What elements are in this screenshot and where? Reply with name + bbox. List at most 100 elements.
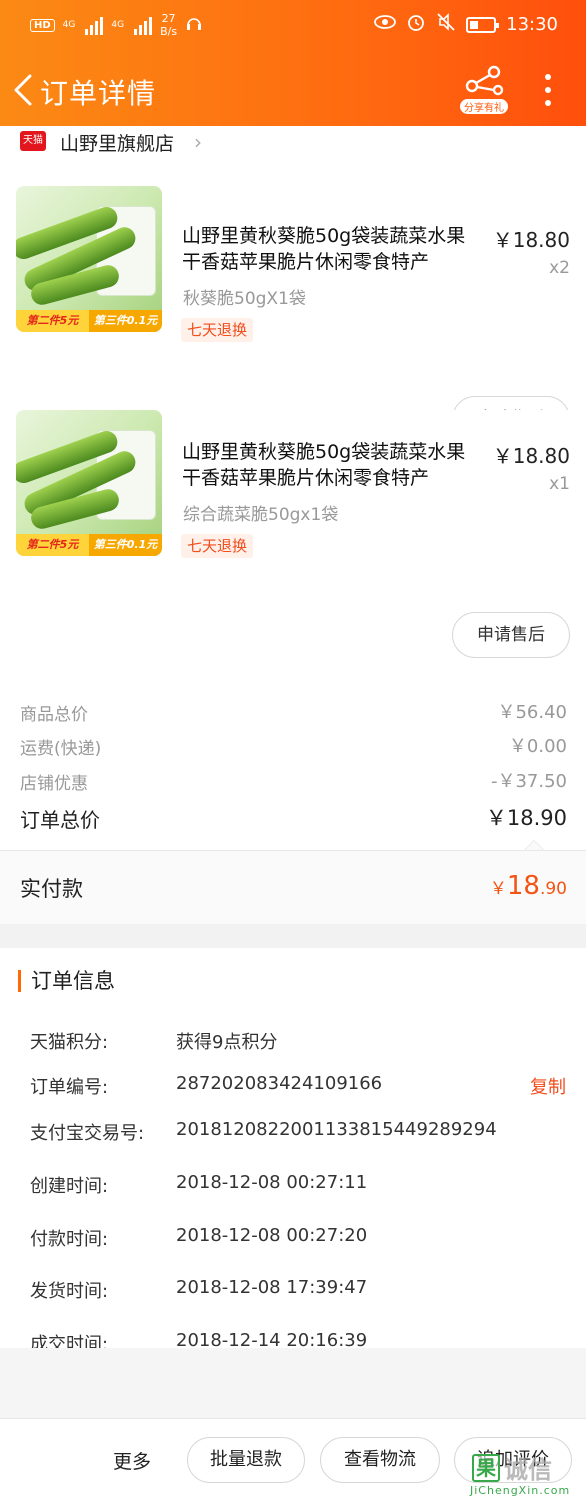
order-item[interactable]: 第二件5元 第三件0.1元 山野里黄秋葵脆50g袋装蔬菜水果干香菇苹果脆片休闲零…: [0, 162, 586, 442]
store-row[interactable]: 天猫 山野里旗舰店 ›: [0, 126, 586, 162]
network-speed-value: 27: [161, 12, 176, 25]
share-icon: [465, 65, 504, 96]
watermark-url: JiChengXin.com: [470, 1484, 571, 1497]
battery-icon: [466, 16, 500, 33]
product-quantity: x2: [549, 258, 570, 278]
network-label-2: 4G: [111, 20, 125, 30]
order-info-title: 订单信息: [18, 970, 115, 992]
watermark-logo-icon: 果: [472, 1454, 500, 1482]
app-header: HD 4G 4G 27 B/s 13:30 订单详情 分享有礼: [0, 0, 586, 126]
product-price: ￥18.80: [492, 228, 570, 252]
info-label: 创建时间:: [30, 1176, 109, 1197]
bulk-refund-button[interactable]: 批量退款: [187, 1437, 305, 1483]
info-value: 2018-12-14 20:16:39: [176, 1330, 368, 1348]
goods-total-label: 商品总价: [20, 705, 88, 725]
caret-up-icon: [524, 840, 544, 850]
status-bar: HD 4G 4G 27 B/s 13:30: [0, 0, 586, 52]
promo-second: 第二件5元: [16, 310, 89, 332]
info-row-points: 天猫积分: 获得9点积分: [0, 1028, 586, 1058]
order-info-section: 订单信息 天猫积分: 获得9点积分 订单编号: 2872020834241091…: [0, 948, 586, 1348]
goods-total-value: ￥56.40: [497, 702, 567, 723]
view-logistics-button[interactable]: 查看物流: [320, 1437, 440, 1483]
actual-payment-integer: 18: [506, 871, 540, 901]
info-value: 获得9点积分: [176, 1032, 278, 1053]
product-spec: 综合蔬菜脆50gx1袋: [183, 505, 339, 525]
actual-payment-value: ￥18.90: [490, 871, 567, 901]
product-spec: 秋葵脆50gX1袋: [183, 289, 306, 309]
status-time: 13:30: [506, 14, 558, 35]
navbar: 订单详情 分享有礼: [0, 60, 586, 120]
store-discount-row: 店铺优惠 -￥37.50: [0, 765, 586, 795]
seven-day-return-tag: 七天退换: [181, 534, 254, 558]
promo-third: 第三件0.1元: [89, 310, 162, 332]
watermark: 果 诚信 JiChengXin.com: [468, 1448, 586, 1500]
promo-banner: 第二件5元 第三件0.1元: [16, 534, 162, 556]
info-row-order-number: 订单编号: 287202083424109166 复制: [0, 1073, 586, 1103]
promo-banner: 第二件5元 第三件0.1元: [16, 310, 162, 332]
store-name[interactable]: 山野里旗舰店: [60, 129, 174, 156]
order-item[interactable]: 第二件5元 第三件0.1元 山野里黄秋葵脆50g袋装蔬菜水果干香菇苹果脆片休闲零…: [0, 410, 586, 662]
info-row-shipped-time: 发货时间: 2018-12-08 17:39:47: [0, 1277, 586, 1307]
goods-total-row: 商品总价 ￥56.40: [0, 696, 586, 726]
network-speed: 27 B/s: [160, 12, 177, 38]
order-total-value: ￥18.90: [485, 806, 567, 830]
shipping-row: 运费(快递) ￥0.00: [0, 730, 586, 760]
info-label: 天猫积分:: [30, 1032, 109, 1053]
actual-payment-label: 实付款: [20, 877, 83, 901]
info-label: 成交时间:: [30, 1334, 109, 1348]
product-image[interactable]: 第二件5元 第三件0.1元: [16, 410, 162, 556]
info-label: 付款时间:: [30, 1229, 109, 1250]
info-row-alipay-number: 支付宝交易号: 2018120822001133815449289294: [0, 1119, 586, 1149]
empty-area: [0, 1348, 586, 1418]
alarm-icon: [406, 12, 426, 37]
mute-icon: [436, 12, 456, 37]
info-row-created-time: 创建时间: 2018-12-08 00:27:11: [0, 1172, 586, 1202]
order-total-row: 订单总价 ￥18.90: [0, 800, 586, 850]
shipping-value: ￥0.00: [508, 736, 567, 757]
eye-icon: [374, 14, 397, 35]
order-total-label: 订单总价: [20, 808, 100, 832]
promo-second: 第二件5元: [16, 534, 89, 556]
currency-symbol: ￥: [489, 879, 507, 899]
info-value: 2018-12-08 00:27:20: [176, 1225, 368, 1246]
tmall-logo: 天猫: [20, 131, 46, 151]
promo-third: 第三件0.1元: [89, 534, 162, 556]
product-title[interactable]: 山野里黄秋葵脆50g袋装蔬菜水果干香菇苹果脆片休闲零食特产: [182, 439, 478, 491]
info-value: 2018-12-08 00:27:11: [176, 1172, 368, 1193]
info-label: 订单编号:: [30, 1077, 109, 1098]
chevron-right-icon: ›: [194, 130, 202, 154]
product-quantity: x1: [549, 474, 570, 494]
more-menu-icon[interactable]: [536, 70, 560, 110]
watermark-text: 诚信: [504, 1456, 552, 1484]
info-value: 2018120822001133815449289294: [176, 1119, 497, 1140]
share-button[interactable]: 分享有礼: [458, 64, 510, 116]
store-discount-value: -￥37.50: [490, 771, 567, 792]
share-label: 分享有礼: [460, 99, 508, 114]
info-label: 发货时间:: [30, 1281, 109, 1302]
page-title: 订单详情: [40, 77, 157, 110]
headset-icon: [185, 14, 203, 36]
info-label: 支付宝交易号:: [30, 1123, 145, 1144]
hd-icon: HD: [30, 18, 55, 32]
signal-icon: [85, 15, 104, 35]
info-value: 287202083424109166: [176, 1073, 383, 1094]
signal-icon-2: [134, 15, 153, 35]
store-discount-label: 店铺优惠: [20, 774, 88, 794]
network-label-1: 4G: [62, 20, 76, 30]
actual-payment-decimal: .90: [539, 879, 567, 899]
more-button[interactable]: 更多: [113, 1447, 151, 1474]
seven-day-return-tag: 七天退换: [181, 318, 254, 342]
copy-button[interactable]: 复制: [530, 1073, 566, 1099]
after-sale-button[interactable]: 申请售后: [452, 612, 570, 658]
product-image[interactable]: 第二件5元 第三件0.1元: [16, 186, 162, 332]
product-title[interactable]: 山野里黄秋葵脆50g袋装蔬菜水果干香菇苹果脆片休闲零食特产: [182, 223, 478, 275]
info-row-completed-time: 成交时间: 2018-12-14 20:16:39: [0, 1330, 586, 1348]
network-speed-unit: B/s: [160, 25, 178, 38]
product-price: ￥18.80: [492, 444, 570, 468]
info-row-paid-time: 付款时间: 2018-12-08 00:27:20: [0, 1225, 586, 1255]
section-gap: [0, 924, 586, 948]
actual-payment-box: 实付款 ￥18.90: [0, 850, 586, 924]
info-value: 2018-12-08 17:39:47: [176, 1277, 368, 1298]
back-icon[interactable]: [10, 70, 40, 110]
shipping-label: 运费(快递): [20, 739, 102, 759]
